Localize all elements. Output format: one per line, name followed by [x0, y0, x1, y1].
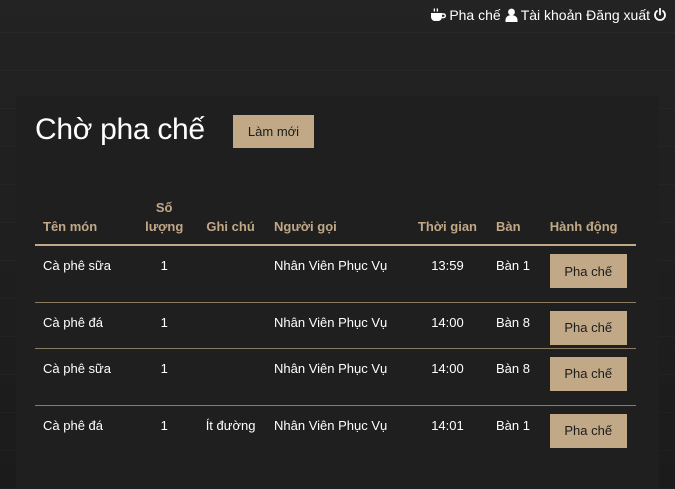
cell-note	[195, 347, 267, 405]
cell-action: Pha chế	[541, 347, 636, 405]
nav-account-link[interactable]: Tài khoản	[505, 7, 582, 23]
cell-item: Cà phê đá	[35, 301, 134, 348]
cell-caller: Nhân Viên Phục Vụ	[266, 301, 407, 348]
refresh-button[interactable]: Làm mới	[233, 115, 314, 148]
cell-table: Bàn 8	[488, 347, 542, 405]
prepare-button[interactable]: Pha chế	[549, 254, 627, 288]
cell-caller: Nhân Viên Phục Vụ	[274, 258, 388, 273]
table-row: Cà phê đá 1 Nhân Viên Phục Vụ 14:00 Bàn …	[35, 301, 636, 348]
pending-orders-table: Tên món Số lượng Ghi chú Người gọi Thời …	[35, 198, 636, 451]
cell-note	[195, 301, 267, 348]
cell-item: Cà phê đá	[35, 404, 134, 451]
cell-note: Ít đường	[195, 404, 267, 451]
cell-note	[195, 245, 266, 302]
cell-caller: Nhân Viên Phục Vụ	[266, 404, 407, 451]
table-row: Cà phê sữa 1 Nhân Viên Phục Vụ 14:00 Bàn…	[35, 347, 636, 405]
top-navigation: Pha chế Tài khoản Đăng xuất	[430, 5, 667, 25]
column-header-caller: Người gọi	[266, 198, 407, 246]
prepare-button[interactable]: Pha chế	[549, 413, 627, 448]
cell-item: Cà phê sữa	[43, 258, 111, 273]
table-row: Cà phê đá 1 Ít đường Nhân Viên Phục Vụ 1…	[35, 404, 636, 451]
cell-time: 14:01	[406, 404, 488, 451]
cell-quantity: 1	[133, 404, 196, 451]
column-header-table: Bàn	[488, 198, 542, 246]
power-icon	[653, 8, 667, 22]
cell-action: Pha chế	[542, 245, 636, 302]
cell-quantity: 1	[133, 347, 196, 405]
orders-panel: Chờ pha chế Làm mới Tên món Số lượng Ghi…	[16, 96, 659, 489]
coffee-icon	[430, 8, 447, 22]
column-header-item: Tên món	[35, 198, 134, 246]
column-header-note: Ghi chú	[195, 198, 267, 246]
column-header-action: Hành động	[541, 198, 636, 246]
table-row: Cà phê sữa 1 Nhân Viên Phục Vụ 13:59 Bàn…	[35, 245, 636, 302]
user-icon	[505, 8, 518, 22]
nav-logout-link[interactable]: Đăng xuất	[586, 7, 667, 23]
cell-action: Pha chế	[541, 404, 636, 451]
cell-item: Cà phê sữa	[35, 347, 134, 405]
cell-caller: Nhân Viên Phục Vụ	[266, 347, 407, 405]
table-header-row: Tên món Số lượng Ghi chú Người gọi Thời …	[35, 198, 636, 246]
prepare-button[interactable]: Pha chế	[549, 356, 627, 391]
cell-action: Pha chế	[541, 301, 636, 348]
nav-barista-link[interactable]: Pha chế	[430, 7, 501, 23]
cell-quantity: 1	[133, 301, 196, 348]
cell-table: Bàn 1	[496, 258, 530, 273]
column-header-quantity: Số lượng	[133, 198, 196, 246]
nav-barista-label: Pha chế	[449, 7, 501, 23]
cell-table: Bàn 1	[488, 404, 542, 451]
page-title: Chờ pha chế	[35, 113, 205, 146]
cell-table: Bàn 8	[488, 301, 542, 348]
cell-time: 13:59	[431, 258, 464, 273]
cell-time: 14:00	[406, 301, 488, 348]
cell-time: 14:00	[406, 347, 488, 405]
nav-account-label: Tài khoản	[520, 7, 583, 23]
column-header-time: Thời gian	[406, 198, 488, 246]
prepare-button[interactable]: Pha chế	[549, 310, 627, 345]
nav-logout-label: Đăng xuất	[586, 7, 650, 23]
cell-quantity: 1	[160, 258, 168, 273]
